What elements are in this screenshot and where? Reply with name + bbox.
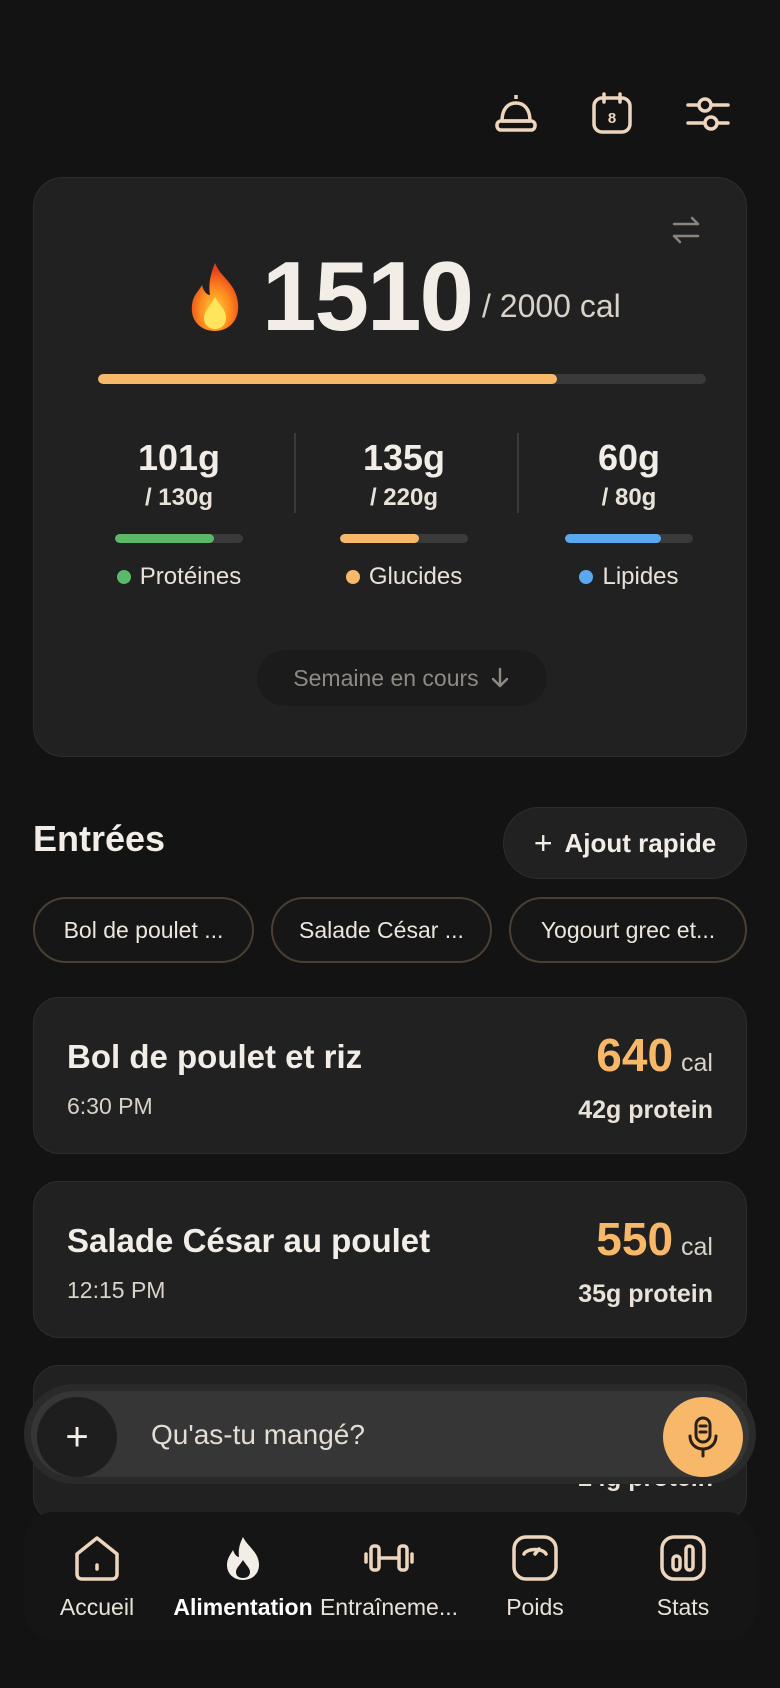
microphone-button[interactable]: [663, 1397, 743, 1477]
tab-label: Stats: [656, 1594, 710, 1620]
plus-icon: +: [65, 1414, 89, 1459]
macro-fats: 60g / 80g Lipides: [529, 436, 729, 591]
entry-time: 12:15 PM: [67, 1277, 166, 1303]
flame-icon: [227, 1537, 259, 1580]
calorie-progress-bar: [98, 374, 706, 384]
tab-alimentation[interactable]: Alimentation: [168, 1532, 318, 1621]
food-entry[interactable]: Bol de poulet et riz 6:30 PM 640 cal 42g …: [33, 997, 747, 1154]
scale-icon: [512, 1535, 558, 1581]
macro-goal: / 220g: [369, 484, 439, 511]
quick-add-button[interactable]: + Ajout rapide: [503, 807, 747, 879]
dumbbell-icon: [364, 1544, 414, 1572]
filters-icon: [686, 97, 730, 131]
chip-label: Yogourt grec et...: [540, 916, 716, 943]
plus-icon: +: [533, 824, 553, 861]
swap-icon[interactable]: [668, 212, 704, 248]
entry-time: 6:30 PM: [67, 1093, 153, 1119]
suggestion-chip[interactable]: Yogourt grec et...: [509, 897, 747, 963]
suggestion-chip[interactable]: Bol de poulet ...: [33, 897, 254, 963]
entry-cal-unit: cal: [681, 1049, 713, 1077]
tab-stats[interactable]: Stats: [608, 1532, 758, 1621]
add-button[interactable]: +: [37, 1397, 117, 1477]
calendar-button[interactable]: 8: [584, 86, 640, 142]
calendar-icon: 8: [592, 92, 632, 134]
macro-goal: / 80g: [601, 484, 657, 511]
macro-dot: [116, 570, 131, 584]
macro-dot: [579, 570, 594, 584]
macro-goal: / 130g: [144, 484, 214, 511]
entry-protein: 42g protein: [578, 1096, 713, 1124]
entry-name: Bol de poulet et riz: [67, 1038, 363, 1075]
macro-progress-bar: [565, 534, 693, 543]
macro-label: Protéines: [139, 563, 242, 590]
week-toggle-label: Semaine en cours: [293, 664, 479, 691]
entry-name: Salade César au poulet: [67, 1222, 431, 1259]
chip-label: Bol de poulet ...: [63, 916, 224, 943]
entry-calories: 550: [596, 1213, 674, 1265]
stats-icon: [660, 1535, 706, 1581]
tab-poids[interactable]: Poids: [460, 1532, 610, 1621]
entry-protein: 35g protein: [578, 1280, 713, 1308]
macro-value: 60g: [597, 437, 661, 478]
chip-label: Salade César ...: [299, 916, 464, 943]
svg-text:8: 8: [608, 110, 616, 127]
quick-add-label: Ajout rapide: [564, 827, 717, 858]
macro-carbs: 135g / 220g Glucides: [304, 436, 504, 591]
microphone-icon: [688, 1416, 718, 1458]
tab-entrainement[interactable]: Entraîneme...: [312, 1532, 466, 1621]
divider: [294, 433, 296, 513]
home-icon: [75, 1536, 119, 1581]
macro-dot: [345, 570, 360, 584]
entries-title: Entrées: [33, 818, 166, 859]
bell-icon: [495, 95, 537, 132]
arrow-down-icon: [491, 667, 508, 688]
macro-progress-bar: [340, 534, 468, 543]
tab-accueil[interactable]: Accueil: [22, 1532, 172, 1621]
food-input[interactable]: Qu'as-tu mangé?: [151, 1419, 365, 1451]
tab-label: Alimentation: [173, 1594, 313, 1620]
filters-button[interactable]: [680, 86, 736, 142]
macro-value: 135g: [362, 437, 446, 478]
entry-cal-unit: cal: [681, 1233, 713, 1261]
calories-consumed: 1510: [262, 241, 474, 351]
calories-goal: / 2000 cal: [482, 288, 621, 324]
week-toggle-button[interactable]: Semaine en cours: [257, 650, 547, 706]
entry-calories: 640: [596, 1029, 674, 1081]
suggestion-chip[interactable]: Salade César ...: [271, 897, 492, 963]
divider: [517, 433, 519, 513]
macro-label: Glucides: [368, 563, 463, 590]
macro-proteins: 101g / 130g Protéines: [79, 436, 279, 591]
tab-label: Poids: [506, 1594, 564, 1620]
bottom-tab-bar: Accueil Alimentation Entraîneme... Poids…: [24, 1512, 756, 1640]
food-input-bar: + Qu'as-tu mangé?: [24, 1384, 756, 1484]
bell-button[interactable]: [488, 86, 544, 142]
macro-progress-bar: [115, 534, 243, 543]
macro-label: Lipides: [602, 563, 679, 590]
calorie-summary-card: 1510 / 2000 cal 101g / 130g Protéines 13…: [33, 177, 747, 757]
food-entry[interactable]: Salade César au poulet 12:15 PM 550 cal 3…: [33, 1181, 747, 1338]
tab-label: Accueil: [59, 1594, 135, 1620]
tab-label: Entraîneme...: [319, 1594, 459, 1620]
macro-value: 101g: [137, 437, 221, 478]
fire-icon: [191, 263, 239, 331]
